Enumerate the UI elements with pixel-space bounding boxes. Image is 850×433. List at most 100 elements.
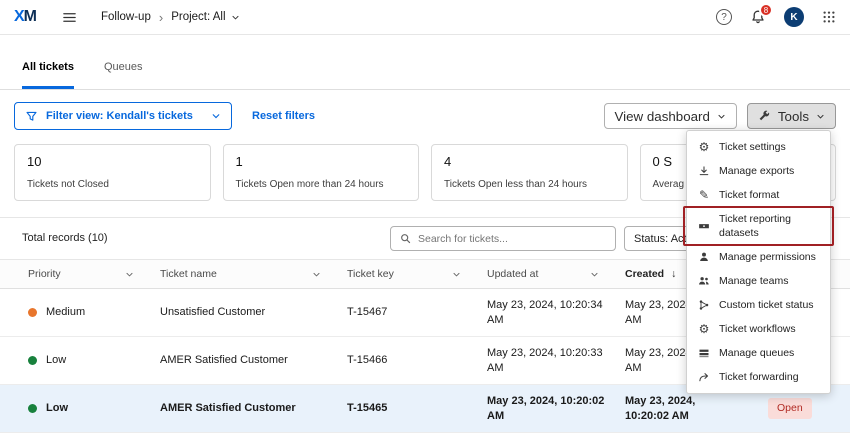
chevron-down-icon: [211, 111, 221, 121]
reset-filters-link[interactable]: Reset filters: [252, 110, 315, 122]
menu-item-ticket-forwarding[interactable]: Ticket forwarding: [687, 365, 830, 389]
updated-at: May 23, 2024, 10:20:34 AM: [487, 298, 625, 328]
stat-card-open-more-24h: 1 Tickets Open more than 24 hours: [223, 144, 420, 201]
hamburger-menu-icon[interactable]: [62, 10, 77, 25]
menu-item-label: Ticket forwarding: [719, 370, 799, 384]
stat-card-not-closed: 10 Tickets not Closed: [14, 144, 211, 201]
total-records-label: Total records (10): [22, 232, 108, 244]
notifications-bell[interactable]: 8: [750, 9, 766, 25]
column-label: Priority: [28, 268, 61, 280]
menu-item-label: Custom ticket status: [719, 298, 814, 312]
chevron-down-icon: [717, 112, 726, 121]
ticket-name: Unsatisfied Customer: [160, 305, 347, 320]
notification-count-badge: 8: [759, 3, 773, 17]
top-bar: XM Follow-up › Project: All ? 8 K: [0, 0, 850, 35]
menu-item-label: Ticket format: [719, 188, 779, 202]
column-label: Ticket key: [347, 268, 394, 280]
tab-queues[interactable]: Queues: [104, 61, 143, 89]
sort-desc-arrow-icon: ↓: [671, 268, 676, 280]
workflow-gear-icon: ⚙: [697, 322, 711, 336]
tools-label: Tools: [778, 109, 809, 124]
breadcrumb-separator: ›: [159, 10, 163, 25]
chevron-down-icon: [590, 270, 599, 279]
forward-arrow-icon: [697, 371, 711, 383]
breadcrumb: Follow-up › Project: All: [101, 10, 240, 25]
ticket-key: T-15467: [347, 305, 487, 320]
menu-item-label: Manage exports: [719, 164, 794, 178]
stat-label: Tickets Open less than 24 hours: [444, 179, 615, 190]
menu-item-label: Manage queues: [719, 346, 794, 360]
column-header-updated-at[interactable]: Updated at: [487, 260, 625, 288]
project-selector[interactable]: Project: All: [171, 11, 239, 23]
filter-toolbar: Filter view: Kendall's tickets Reset fil…: [14, 102, 836, 130]
menu-item-manage-exports[interactable]: Manage exports: [687, 159, 830, 183]
help-icon[interactable]: ?: [716, 9, 732, 25]
chevron-down-icon: [816, 112, 825, 121]
pen-icon: ✎: [697, 188, 711, 202]
priority-dot: [28, 404, 37, 413]
column-header-priority[interactable]: Priority: [0, 260, 160, 288]
column-header-ticket-key[interactable]: Ticket key: [347, 260, 487, 288]
priority-dot: [28, 308, 37, 317]
menu-item-ticket-reporting-datasets[interactable]: Ticket reporting datasets: [687, 207, 830, 245]
filter-view-label: Filter view: Kendall's tickets: [46, 110, 193, 122]
avatar[interactable]: K: [784, 7, 804, 27]
search-input[interactable]: [418, 233, 607, 245]
apps-grid-icon[interactable]: [822, 10, 836, 24]
filter-view-dropdown[interactable]: Filter view: Kendall's tickets: [14, 102, 232, 130]
ticket-key: T-15465: [347, 401, 487, 416]
chevron-down-icon: [452, 270, 461, 279]
column-label: Ticket name: [160, 268, 217, 280]
wrench-icon: [758, 110, 771, 123]
column-label: Created: [625, 268, 664, 280]
tools-button[interactable]: Tools: [747, 103, 836, 129]
project-selector-label: Project: All: [171, 11, 225, 23]
priority-value: Low: [46, 353, 66, 368]
stat-card-open-less-24h: 4 Tickets Open less than 24 hours: [431, 144, 628, 201]
menu-item-ticket-format[interactable]: ✎ Ticket format: [687, 183, 830, 207]
updated-at: May 23, 2024, 10:20:33 AM: [487, 346, 625, 376]
stat-value: 4: [444, 154, 615, 169]
menu-item-label: Ticket reporting datasets: [719, 212, 820, 240]
ticket-name: AMER Satisfied Customer: [160, 401, 347, 416]
chevron-down-icon: [125, 270, 134, 279]
menu-item-manage-teams[interactable]: Manage teams: [687, 269, 830, 293]
menu-item-custom-ticket-status[interactable]: Custom ticket status: [687, 293, 830, 317]
priority-dot: [28, 356, 37, 365]
tab-all-tickets[interactable]: All tickets: [22, 61, 74, 89]
stat-label: Tickets Open more than 24 hours: [236, 179, 407, 190]
stat-label: Tickets not Closed: [27, 179, 198, 190]
filter-icon: [25, 110, 38, 123]
menu-item-ticket-settings[interactable]: ⚙ Ticket settings: [687, 135, 830, 159]
chevron-down-icon: [231, 13, 240, 22]
column-label: Updated at: [487, 268, 538, 280]
ticket-key: T-15466: [347, 353, 487, 368]
breadcrumb-app[interactable]: Follow-up: [101, 11, 151, 23]
person-icon: [697, 251, 711, 263]
menu-item-ticket-workflows[interactable]: ⚙ Ticket workflows: [687, 317, 830, 341]
gear-icon: ⚙: [697, 140, 711, 154]
search-icon: [399, 232, 412, 245]
menu-item-manage-permissions[interactable]: Manage permissions: [687, 245, 830, 269]
menu-item-label: Manage permissions: [719, 250, 816, 264]
queues-icon: [697, 347, 711, 359]
team-icon: [697, 275, 711, 287]
menu-item-label: Ticket settings: [719, 140, 786, 154]
priority-value: Low: [46, 401, 68, 416]
download-icon: [697, 165, 711, 177]
datasets-icon: [697, 220, 711, 232]
menu-item-manage-queues[interactable]: Manage queues: [687, 341, 830, 365]
menu-item-label: Ticket workflows: [719, 322, 796, 336]
view-dashboard-label: View dashboard: [615, 109, 710, 124]
updated-at: May 23, 2024, 10:20:02 AM: [487, 394, 625, 424]
ticket-tabs: All tickets Queues: [0, 35, 850, 90]
column-header-ticket-name[interactable]: Ticket name: [160, 260, 347, 288]
tools-dropdown-menu: ⚙ Ticket settings Manage exports ✎ Ticke…: [686, 130, 831, 394]
stat-value: 1: [236, 154, 407, 169]
branch-icon: [697, 299, 711, 311]
view-dashboard-button[interactable]: View dashboard: [604, 103, 737, 129]
status-badge: Open: [768, 398, 812, 418]
ticket-search[interactable]: [390, 226, 616, 251]
created-at: May 23, 2024, 10:20:02 AM: [625, 394, 758, 424]
priority-value: Medium: [46, 305, 85, 320]
